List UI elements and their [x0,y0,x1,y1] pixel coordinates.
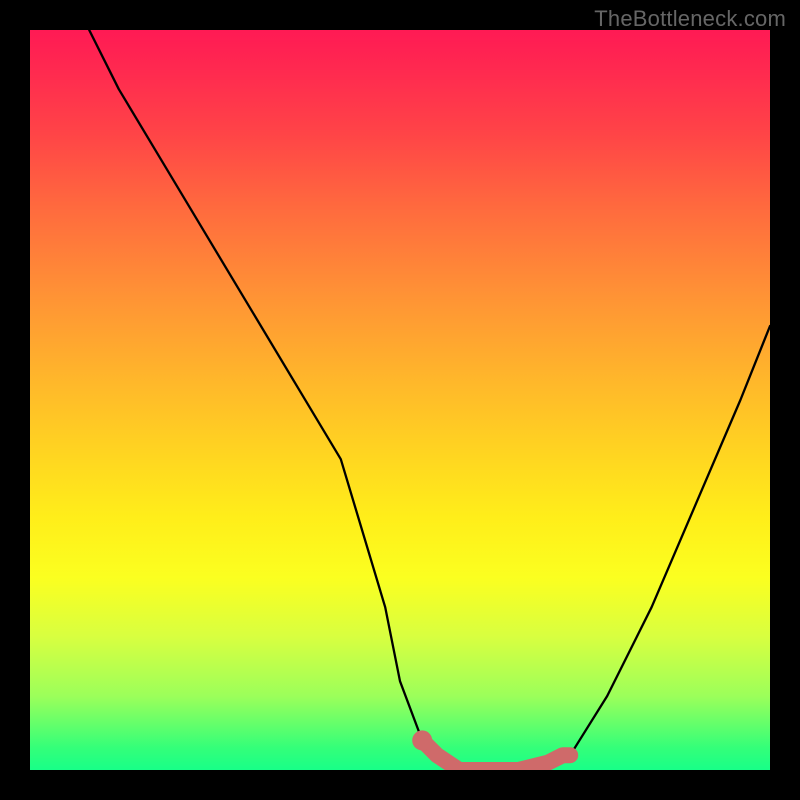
highlight-dot [412,730,432,750]
highlight-segment [422,740,570,770]
plot-area [30,30,770,770]
bottleneck-curve [89,30,770,770]
chart-svg [30,30,770,770]
watermark-text: TheBottleneck.com [594,6,786,32]
chart-container: TheBottleneck.com [0,0,800,800]
